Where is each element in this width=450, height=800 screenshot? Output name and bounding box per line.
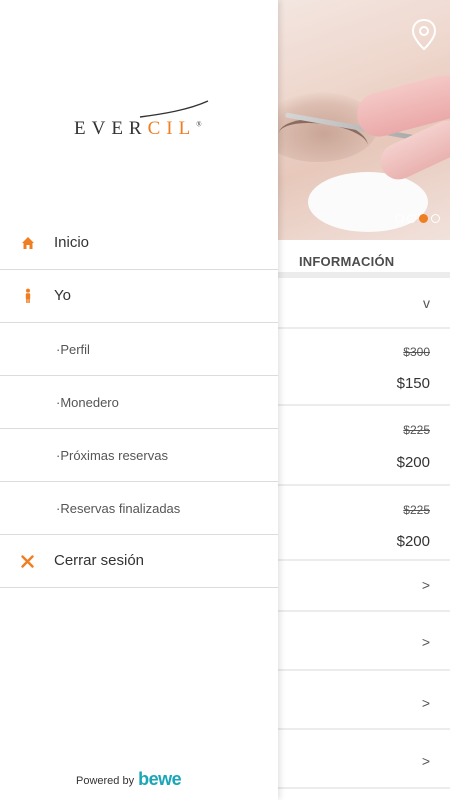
old-price: $225 (403, 423, 430, 437)
carousel-dots[interactable] (395, 214, 440, 223)
hero-pad (308, 172, 428, 232)
info-section-title: INFORMACIÓN (299, 254, 395, 269)
menu-item-perfil[interactable]: ·Perfil (0, 323, 278, 376)
link-row[interactable]: > (278, 730, 450, 789)
menu-item-yo[interactable]: Yo (0, 270, 278, 323)
service-row[interactable]: $225 $200 (278, 486, 450, 561)
menu-item-label: Cerrar sesión (54, 552, 145, 569)
chevron-down-icon: v (423, 295, 430, 311)
drawer-menu: Inicio Yo ·Perfil ·Monedero ·Próximas re… (0, 217, 278, 588)
menu-item-label: Inicio (54, 234, 90, 251)
location-pin-icon[interactable] (410, 18, 438, 52)
navigation-drawer: EVERCIL® Inicio Yo ·Perfil ·Monedero ·Pr… (0, 0, 278, 800)
menu-item-label: ·Monedero (56, 395, 119, 410)
carousel-dot-active[interactable] (419, 214, 428, 223)
menu-item-proximas-reservas[interactable]: ·Próximas reservas (0, 429, 278, 482)
service-row[interactable]: $300 $150 (278, 329, 450, 406)
evercil-logo: EVERCIL® (70, 100, 210, 140)
close-icon (21, 555, 34, 568)
home-icon (22, 237, 34, 249)
powered-by-footer[interactable]: Powered by bewe (76, 769, 182, 789)
menu-item-reservas-finalizadas[interactable]: ·Reservas finalizadas (0, 482, 278, 535)
menu-item-label: Yo (54, 287, 71, 304)
bewe-logo: bewe (138, 769, 182, 789)
old-price: $300 (403, 345, 430, 359)
expand-row[interactable]: v (278, 278, 450, 329)
logo-swoosh (139, 100, 209, 118)
chevron-right-icon: > (421, 753, 430, 769)
link-row[interactable]: > (278, 671, 450, 730)
person-icon (25, 288, 31, 303)
chevron-right-icon: > (421, 695, 430, 711)
menu-item-label: ·Próximas reservas (56, 448, 168, 463)
new-price: $200 (396, 533, 430, 550)
menu-item-cerrar-sesion[interactable]: Cerrar sesión (0, 535, 278, 588)
carousel-dot[interactable] (407, 214, 416, 223)
chevron-right-icon: > (421, 634, 430, 650)
menu-item-label: ·Perfil (56, 342, 90, 357)
service-row[interactable]: $225 $200 (278, 406, 450, 486)
link-row[interactable]: > (278, 561, 450, 612)
menu-item-label: ·Reservas finalizadas (56, 501, 181, 516)
menu-item-inicio[interactable]: Inicio (0, 217, 278, 270)
powered-by-text: Powered by (76, 775, 135, 787)
carousel-dot[interactable] (395, 214, 404, 223)
old-price: $225 (403, 503, 430, 517)
logo-text: EVERCIL® (74, 118, 202, 139)
new-price: $150 (396, 375, 430, 392)
menu-item-monedero[interactable]: ·Monedero (0, 376, 278, 429)
info-section-header: INFORMACIÓN (278, 240, 450, 278)
link-row[interactable]: > (278, 612, 450, 671)
chevron-right-icon: > (421, 577, 430, 593)
new-price: $200 (396, 454, 430, 471)
carousel-dot[interactable] (431, 214, 440, 223)
